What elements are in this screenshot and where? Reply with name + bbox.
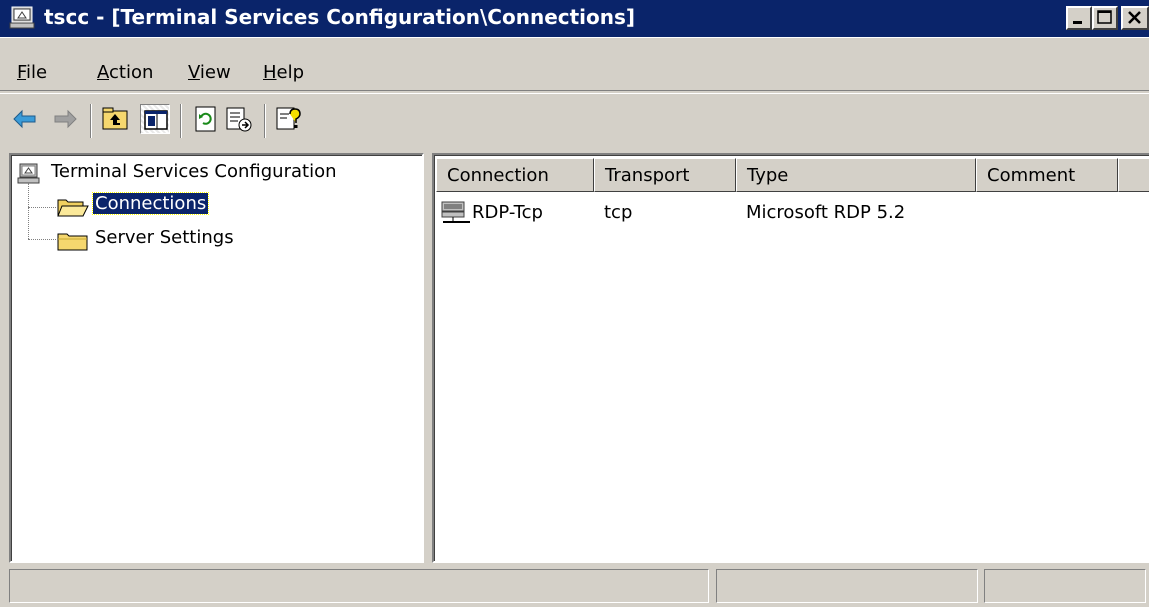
tree-pane[interactable]: Terminal Services Configuration Connecti…	[9, 153, 424, 563]
help-icon[interactable]	[274, 104, 304, 134]
status-bar	[0, 566, 1149, 607]
list-pane[interactable]: Connection Transport Type Comment RDP-Tc…	[432, 153, 1149, 563]
toolbar	[0, 93, 1149, 149]
status-panel-main	[9, 569, 709, 603]
maximize-button[interactable]	[1092, 6, 1118, 30]
pane-splitter[interactable]	[424, 153, 432, 563]
network-connection-icon	[440, 200, 472, 231]
tree-root-label: Terminal Services Configuration	[51, 161, 337, 182]
title-bar[interactable]: tscc - [Terminal Services Configuration\…	[0, 0, 1149, 37]
column-header-type[interactable]: Type	[736, 158, 976, 192]
folder-icon	[57, 230, 89, 257]
toolbar-separator	[90, 104, 92, 138]
window-title: tscc - [Terminal Services Configuration\…	[44, 5, 636, 29]
tree-node-server-settings[interactable]: Server Settings	[57, 227, 236, 251]
menu-help[interactable]: Help	[263, 62, 304, 83]
cell-connection: RDP-Tcp	[472, 202, 543, 223]
tree-connector	[28, 207, 56, 208]
tree-node-connections-label: Connections	[91, 192, 210, 215]
toolbar-separator	[180, 104, 182, 138]
cell-type: Microsoft RDP 5.2	[746, 202, 906, 223]
status-panel-middle	[716, 569, 978, 603]
minimize-button[interactable]	[1066, 6, 1092, 30]
status-panel-right	[984, 569, 1146, 603]
close-button[interactable]	[1121, 6, 1149, 30]
refresh-icon[interactable]	[190, 104, 220, 134]
tree-connector	[28, 239, 56, 240]
cell-transport: tcp	[604, 202, 633, 223]
tscc-app-icon[interactable]	[9, 5, 37, 31]
column-header-connection[interactable]: Connection	[436, 158, 594, 192]
menu-file[interactable]: File	[17, 62, 47, 83]
tree-root-node[interactable]: Terminal Services Configuration	[17, 161, 339, 184]
column-header-transport[interactable]: Transport	[594, 158, 736, 192]
menu-action[interactable]: Action	[97, 62, 153, 83]
tree-node-server-settings-label: Server Settings	[95, 227, 234, 248]
show-hide-tree-icon[interactable]	[140, 104, 170, 134]
open-folder-icon	[57, 196, 89, 223]
column-header-filler	[1118, 158, 1149, 192]
forward-arrow-icon[interactable]	[50, 104, 80, 134]
menu-view[interactable]: View	[188, 62, 231, 83]
up-folder-icon[interactable]	[100, 104, 130, 134]
back-arrow-icon[interactable]	[10, 104, 40, 134]
menu-bar: File Action View Help	[0, 37, 1149, 91]
column-header-comment[interactable]: Comment	[976, 158, 1118, 192]
mmc-window: tscc - [Terminal Services Configuration\…	[0, 0, 1149, 607]
list-row-rdp-tcp[interactable]: RDP-Tcp tcp Microsoft RDP 5.2	[434, 197, 1144, 225]
tree-connector	[28, 183, 29, 239]
computer-icon	[17, 163, 41, 190]
toolbar-separator	[264, 104, 266, 138]
tree-node-connections[interactable]: Connections	[57, 192, 210, 217]
export-list-icon[interactable]	[224, 104, 254, 134]
